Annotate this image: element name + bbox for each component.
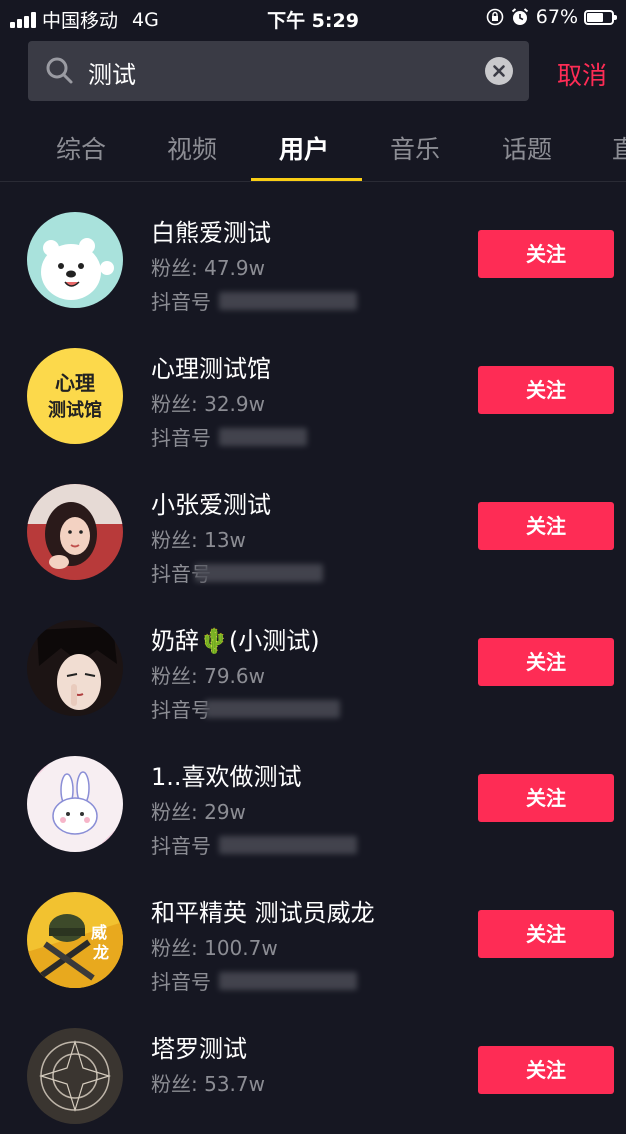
cancel-button[interactable]: 取消: [557, 56, 607, 92]
follow-button[interactable]: 关注: [478, 638, 614, 686]
alarm-icon: [511, 8, 528, 25]
status-bar: 中国移动 4G 下午 5:29 67%: [0, 0, 626, 34]
tab-comprehensive[interactable]: 综合: [56, 130, 106, 166]
yellow-text-avatar-icon: 心理 测试馆: [27, 348, 123, 444]
avatar[interactable]: [27, 484, 123, 580]
tarot-avatar-icon: [27, 1028, 123, 1124]
search-query: 测试: [88, 61, 136, 89]
avatar-text-line1: 心理: [55, 371, 95, 395]
avatar-text-line2: 龙: [92, 943, 109, 962]
follow-button[interactable]: 关注: [478, 774, 614, 822]
user-row[interactable]: 1..喜欢做测试 粉丝: 29w 抖音号 关注: [0, 726, 626, 862]
search-result-tabs: 综合 视频 用户 音乐 话题 直: [0, 111, 626, 182]
user-row[interactable]: 塔罗测试 粉丝: 53.7w 关注: [0, 998, 626, 1134]
avatar[interactable]: [27, 212, 123, 308]
user-name[interactable]: 和平精英 测试员威龙: [151, 893, 375, 928]
avatar-text-line1: 威: [91, 923, 107, 942]
avatar[interactable]: [27, 756, 123, 852]
douyin-id-redacted: [205, 700, 340, 718]
tab-topics[interactable]: 话题: [502, 130, 552, 166]
white-bear-avatar-icon: [27, 212, 123, 308]
avatar[interactable]: 威 龙: [27, 892, 123, 988]
follow-button[interactable]: 关注: [478, 910, 614, 958]
fans-count: 粉丝: 32.9w: [151, 392, 265, 416]
user-row[interactable]: 心理 测试馆 心理测试馆 粉丝: 32.9w 抖音号 关注: [0, 318, 626, 454]
status-right: 67%: [486, 6, 617, 28]
douyin-id-label: 抖音号: [151, 698, 211, 722]
fans-count: 粉丝: 13w: [151, 528, 246, 552]
battery-percent: 67%: [535, 6, 578, 28]
avatar[interactable]: [27, 620, 123, 716]
follow-button[interactable]: 关注: [478, 1046, 614, 1094]
active-tab-indicator: [251, 178, 362, 181]
user-name[interactable]: 奶辞🌵(小测试): [151, 621, 320, 656]
avatar[interactable]: [27, 1028, 123, 1124]
search-input[interactable]: 测试: [28, 41, 529, 101]
user-row[interactable]: 奶辞🌵(小测试) 粉丝: 79.6w 抖音号 关注: [0, 590, 626, 726]
douyin-id-label: 抖音号: [151, 426, 211, 450]
fans-count: 粉丝: 100.7w: [151, 936, 278, 960]
fans-count: 粉丝: 47.9w: [151, 256, 265, 280]
douyin-id-label: 抖音号: [151, 290, 211, 314]
tab-live[interactable]: 直: [612, 130, 626, 166]
user-name[interactable]: 心理测试馆: [151, 349, 271, 384]
user-row[interactable]: 威 龙 和平精英 测试员威龙 粉丝: 100.7w 抖音号 关注: [0, 862, 626, 998]
douyin-id-redacted: [219, 836, 357, 854]
douyin-id-redacted: [219, 972, 357, 990]
fans-count: 粉丝: 53.7w: [151, 1072, 265, 1096]
follow-button[interactable]: 关注: [478, 230, 614, 278]
girl-photo-avatar-icon: [27, 484, 123, 580]
battery-icon: [584, 9, 617, 25]
user-name[interactable]: 白熊爱测试: [151, 213, 271, 248]
follow-button[interactable]: 关注: [478, 366, 614, 414]
douyin-id-label: 抖音号: [151, 970, 211, 994]
douyin-id-redacted: [219, 292, 357, 310]
tab-music[interactable]: 音乐: [390, 130, 440, 166]
fans-count: 粉丝: 79.6w: [151, 664, 265, 688]
game-helmet-avatar-icon: 威 龙: [27, 892, 123, 988]
close-icon: [493, 65, 505, 77]
clear-search-button[interactable]: [485, 57, 513, 85]
tab-videos[interactable]: 视频: [167, 130, 217, 166]
orientation-lock-icon: [486, 8, 504, 26]
search-icon: [46, 57, 73, 84]
douyin-id-redacted: [195, 564, 323, 582]
avatar[interactable]: 心理 测试馆: [27, 348, 123, 444]
tab-users[interactable]: 用户: [279, 130, 329, 166]
user-name[interactable]: 塔罗测试: [151, 1029, 247, 1064]
user-row[interactable]: 小张爱测试 粉丝: 13w 抖音号 关注: [0, 454, 626, 590]
follow-button[interactable]: 关注: [478, 502, 614, 550]
user-row[interactable]: 白熊爱测试 粉丝: 47.9w 抖音号 关注: [0, 182, 626, 318]
anime-boy-avatar-icon: [27, 620, 123, 716]
douyin-id-redacted: [219, 428, 307, 446]
avatar-text-line2: 测试馆: [48, 399, 102, 421]
user-name[interactable]: 小张爱测试: [151, 485, 271, 520]
battery-level: [587, 12, 603, 22]
fans-count: 粉丝: 29w: [151, 800, 246, 824]
user-name[interactable]: 1..喜欢做测试: [151, 757, 302, 792]
douyin-id-label: 抖音号: [151, 834, 211, 858]
bunny-avatar-icon: [27, 756, 123, 852]
